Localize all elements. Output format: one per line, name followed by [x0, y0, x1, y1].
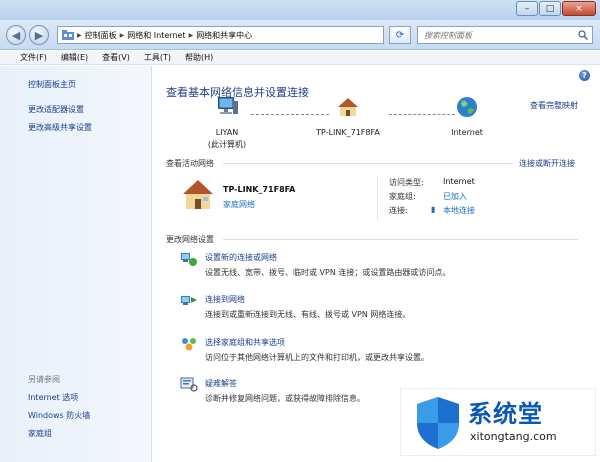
address-row: ◀ ▶ ▶ 控制面板 ▶ 网络和 Internet ▶ 网络和共享中心 ⟳	[0, 20, 600, 50]
search-icon[interactable]	[578, 30, 588, 40]
menu-view[interactable]: 查看(V)	[102, 52, 130, 63]
sidebar-item-windows-firewall[interactable]: Windows 防火墙	[28, 410, 90, 421]
breadcrumb-separator: ▶	[188, 31, 194, 39]
access-type-label: 访问类型:	[389, 178, 424, 187]
breadcrumb-separator: ▶	[77, 31, 82, 39]
local-connection-link[interactable]: 本地连接	[443, 205, 475, 216]
sidebar-item-control-panel-home[interactable]: 控制面板主页	[28, 79, 76, 90]
minimize-icon: –	[524, 3, 530, 14]
active-network-name: TP-LINK_71F8FA	[223, 185, 296, 194]
forward-button[interactable]: ▶	[29, 25, 49, 45]
task-troubleshoot-link[interactable]: 疑难解答	[205, 378, 237, 389]
section-divider	[223, 239, 578, 240]
globe-icon	[457, 97, 477, 117]
breadcrumb-network-sharing-center[interactable]: 网络和共享中心	[196, 30, 252, 41]
view-full-map-link[interactable]: 查看完整映射	[530, 100, 578, 111]
sidebar-item-homegroup[interactable]: 家庭组	[28, 428, 52, 439]
maximize-icon: □	[545, 3, 555, 14]
connect-disconnect-link[interactable]: 连接或断开连接	[519, 158, 575, 169]
menu-bar: 文件(F) 编辑(E) 查看(V) 工具(T) 帮助(H)	[0, 51, 600, 65]
change-settings-heading: 更改网络设置	[166, 235, 214, 244]
task-homegroup-sharing-link[interactable]: 选择家庭组和共享选项	[205, 337, 285, 348]
map-node-internet[interactable]: Internet	[445, 96, 489, 137]
home-network-icon	[183, 180, 213, 209]
signal-icon: ▮	[431, 205, 436, 214]
refresh-button[interactable]: ⟳	[389, 26, 411, 44]
connection-label: 连接:	[389, 206, 408, 215]
refresh-icon: ⟳	[395, 29, 405, 41]
sidebar-item-internet-options[interactable]: Internet 选项	[28, 392, 78, 403]
computer-sublabel: (此计算机)	[207, 140, 247, 149]
computer-icon	[218, 97, 238, 114]
home-network-icon	[338, 98, 358, 116]
sidebar-item-change-advanced-sharing[interactable]: 更改高级共享设置	[28, 122, 92, 133]
breadcrumb-network-internet[interactable]: 网络和 Internet	[127, 30, 185, 41]
back-button[interactable]: ◀	[6, 25, 26, 45]
task-homegroup-sharing-desc: 访问位于其他网络计算机上的文件和打印机，或更改共享设置。	[205, 353, 429, 362]
breadcrumb-separator: ▶	[119, 31, 125, 39]
task-connect-network-link[interactable]: 连接到网络	[205, 294, 245, 305]
close-icon: ×	[575, 3, 583, 14]
maximize-button[interactable]: □	[539, 1, 561, 16]
menu-file[interactable]: 文件(F)	[20, 52, 47, 63]
watermark-brand: 系统堂	[468, 400, 543, 428]
back-arrow-icon: ◀	[11, 28, 21, 42]
computer-name: LIYAN	[215, 128, 239, 137]
homegroup-icon	[182, 338, 196, 351]
address-bar[interactable]: ▶ 控制面板 ▶ 网络和 Internet ▶ 网络和共享中心	[57, 26, 384, 44]
new-connection-icon	[181, 253, 197, 266]
search-input[interactable]	[424, 30, 564, 40]
sidebar-item-change-adapter-settings[interactable]: 更改适配器设置	[28, 104, 84, 115]
router-name: TP-LINK_71F8FA	[316, 128, 380, 137]
homegroup-link[interactable]: 已加入	[443, 191, 467, 202]
close-button[interactable]: ×	[562, 1, 596, 16]
connect-network-icon	[181, 296, 197, 305]
task-pane: 控制面板主页 更改适配器设置 更改高级共享设置 另请参阅 Internet 选项…	[0, 66, 152, 462]
internet-name: Internet	[451, 128, 483, 137]
watermark-url: xitongtang.com	[470, 430, 557, 443]
active-networks-heading: 查看活动网络	[166, 159, 214, 168]
control-panel-icon	[62, 30, 74, 40]
menu-edit[interactable]: 编辑(E)	[61, 52, 88, 63]
forward-arrow-icon: ▶	[34, 28, 44, 42]
vertical-divider	[377, 176, 378, 220]
task-new-connection-desc: 设置无线、宽带、拨号、临时或 VPN 连接；或设置路由器或访问点。	[205, 268, 451, 277]
access-type-value: Internet	[443, 177, 475, 186]
search-box	[417, 26, 593, 44]
help-icon[interactable]: ?	[579, 70, 590, 81]
see-also-heading: 另请参阅	[28, 375, 60, 384]
map-node-computer[interactable]: LIYAN (此计算机)	[205, 96, 249, 150]
menu-tools[interactable]: 工具(T)	[144, 52, 171, 63]
troubleshoot-icon	[180, 377, 198, 392]
section-divider	[223, 163, 513, 164]
breadcrumb-control-panel[interactable]: 控制面板	[85, 30, 117, 41]
task-new-connection-link[interactable]: 设置新的连接或网络	[205, 252, 277, 263]
map-node-router[interactable]: TP-LINK_71F8FA	[308, 96, 388, 137]
minimize-button[interactable]: –	[516, 1, 538, 16]
network-type-link[interactable]: 家庭网络	[223, 199, 255, 210]
task-troubleshoot-desc: 诊断并修复网络问题，或获得故障排除信息。	[205, 394, 365, 403]
shield-logo-icon	[417, 397, 459, 449]
menu-help[interactable]: 帮助(H)	[185, 52, 213, 63]
task-connect-network-desc: 连接到或重新连接到无线、有线、拨号或 VPN 网络连接。	[205, 310, 411, 319]
title-bar: – □ ×	[0, 0, 600, 20]
homegroup-label: 家庭组:	[389, 192, 416, 201]
